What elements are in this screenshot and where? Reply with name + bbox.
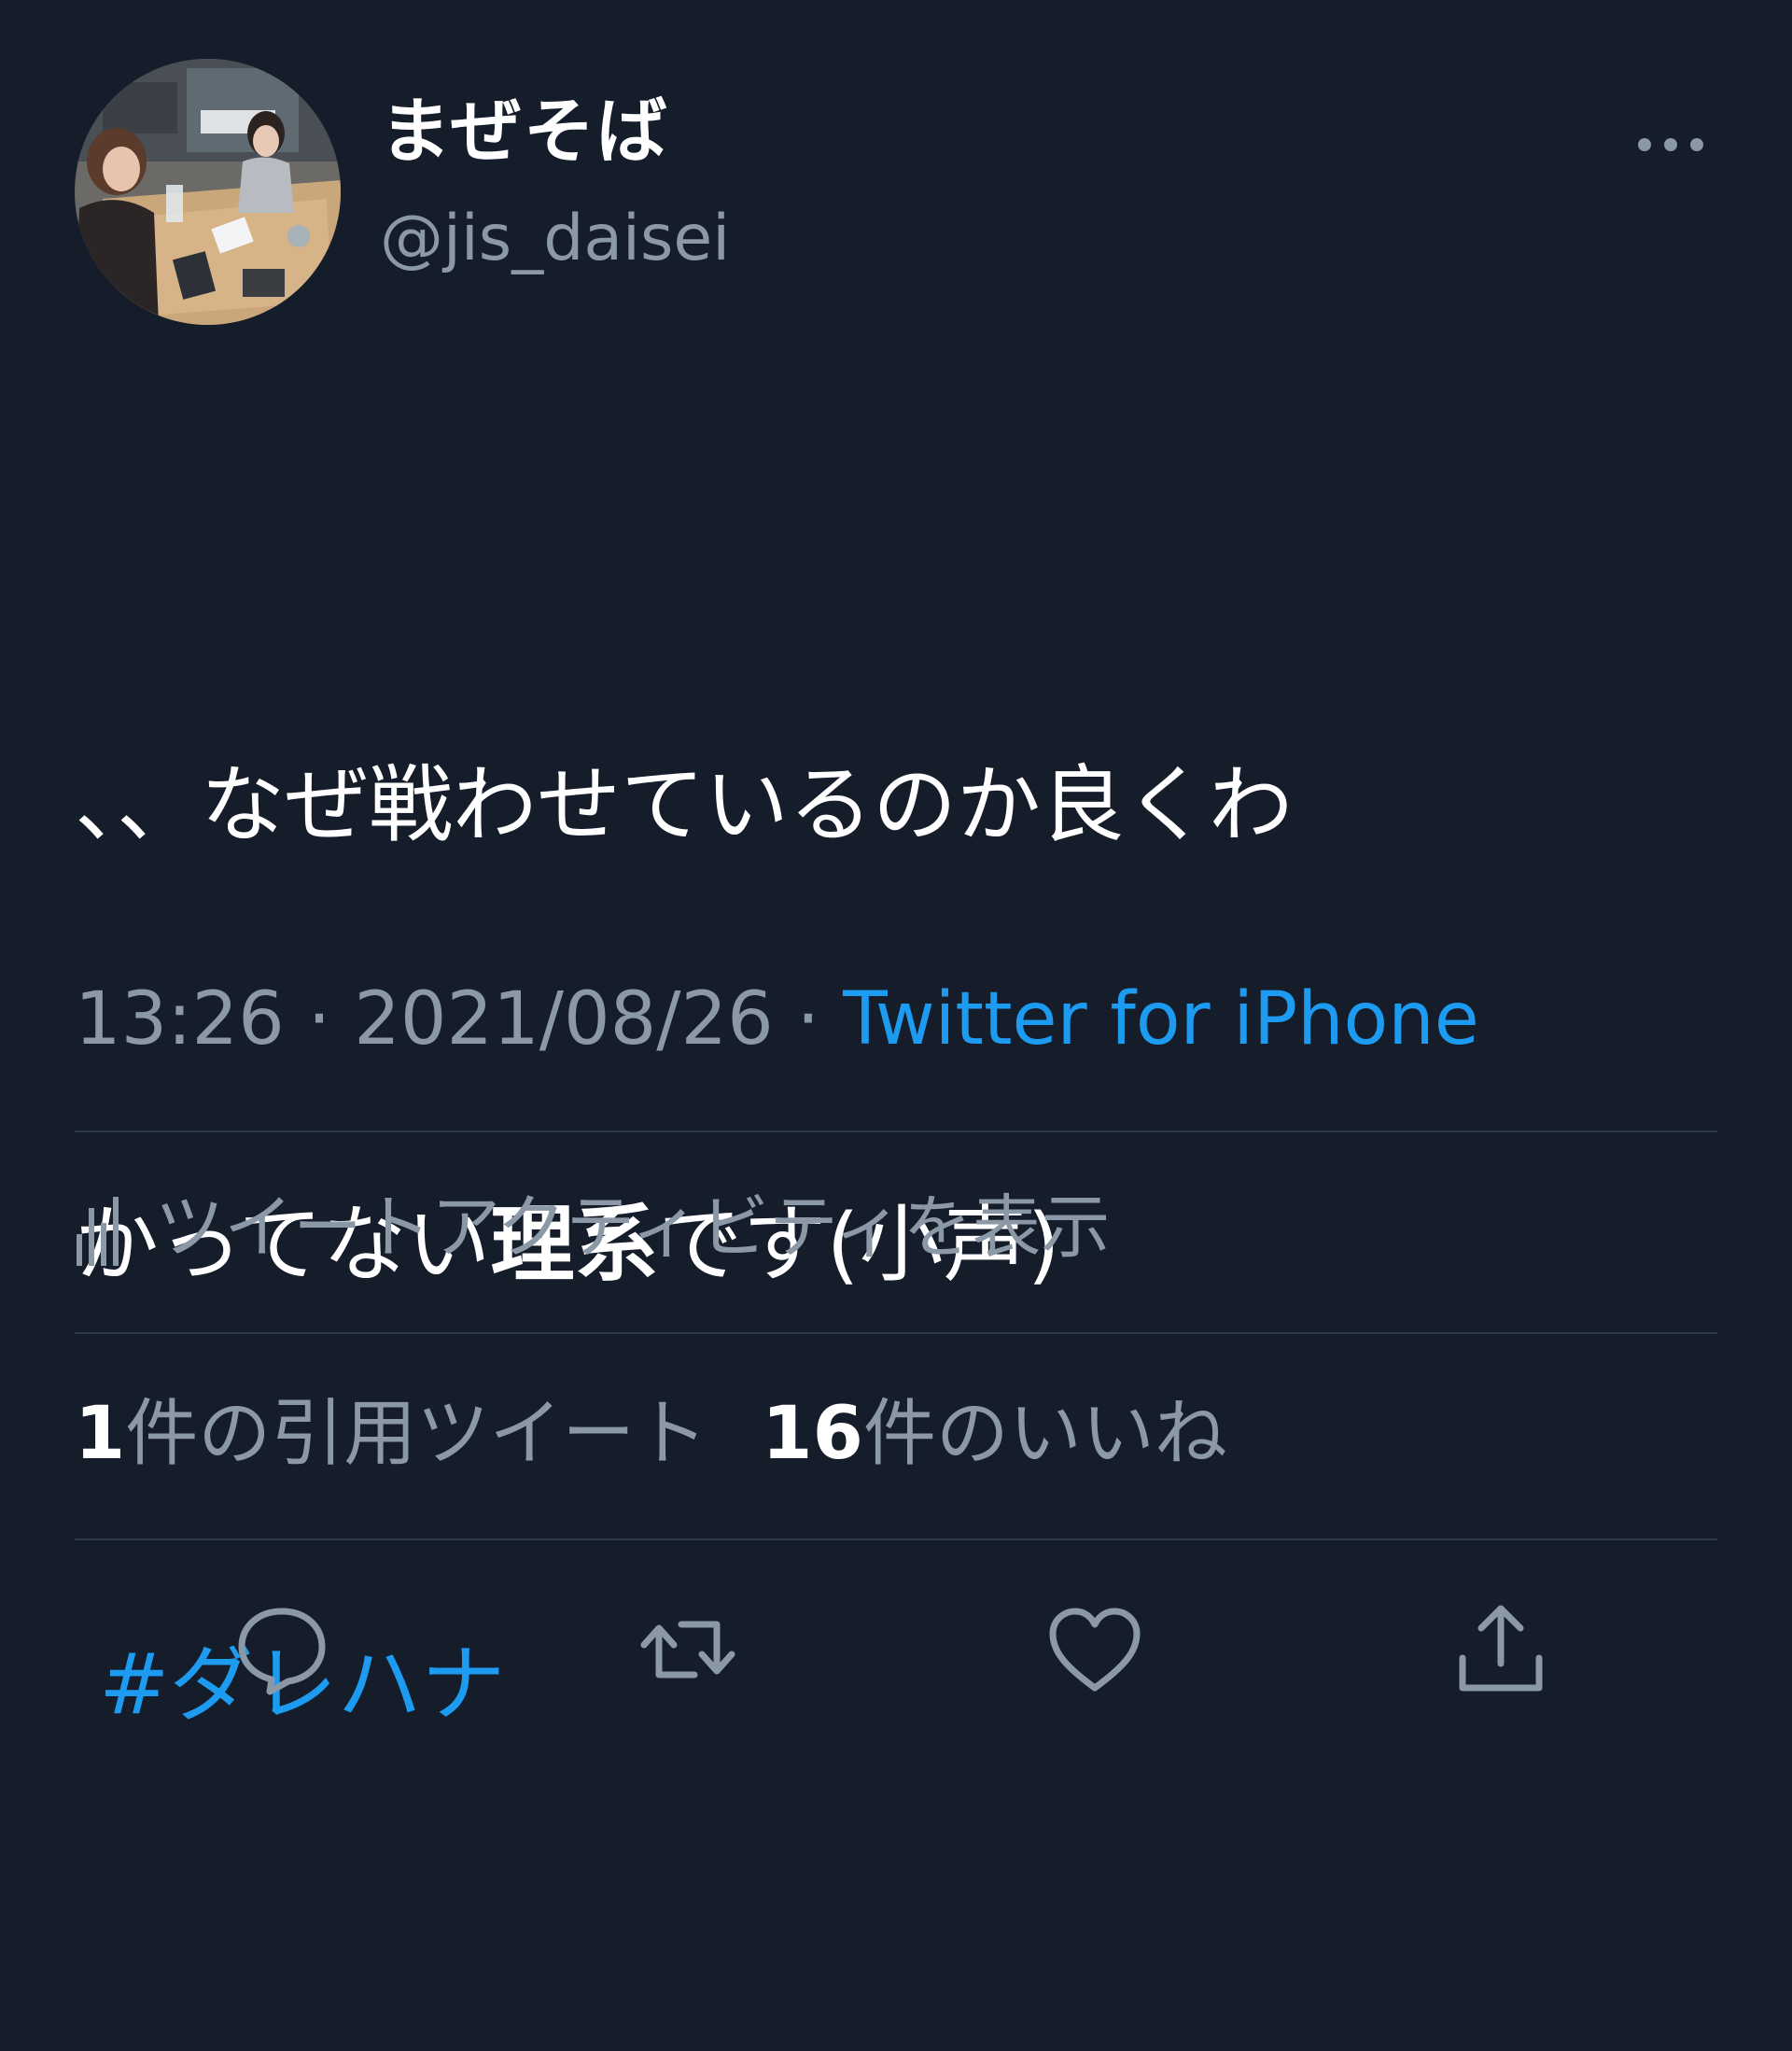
tweet-time[interactable]: 13:26 <box>75 977 285 1061</box>
share-button[interactable] <box>1449 1598 1552 1701</box>
bar-chart-icon <box>77 1197 119 1266</box>
quote-count: 1 <box>75 1392 126 1476</box>
tweet-stats: 1件の引用ツイート 16件のいいね <box>75 1398 1227 1470</box>
retweet-button[interactable] <box>637 1598 739 1701</box>
tweet-date[interactable]: 2021/08/26 <box>354 977 774 1061</box>
meta-separator: · <box>284 977 355 1061</box>
reply-button[interactable] <box>231 1598 333 1701</box>
retweet-icon <box>640 1621 735 1679</box>
avatar-photo <box>75 59 341 325</box>
like-count: 16 <box>762 1392 863 1476</box>
like-button[interactable] <box>1043 1598 1146 1701</box>
tweet-source-link[interactable]: Twitter for iPhone <box>843 977 1479 1061</box>
avatar[interactable] <box>75 59 341 325</box>
divider <box>75 1538 1717 1540</box>
more-button[interactable] <box>1624 121 1717 168</box>
tweet-meta: 13:26 · 2021/08/26 · Twitter for iPhone <box>75 983 1479 1056</box>
divider <box>75 1332 1717 1334</box>
display-name[interactable]: まぜそば <box>380 96 669 167</box>
tweet-activity-button[interactable]: ツイートアクティビティを表示 <box>75 1186 1110 1270</box>
more-horizontal-icon <box>1638 138 1703 151</box>
quote-tweets-stat[interactable]: 1件の引用ツイート <box>75 1392 707 1476</box>
user-handle[interactable]: @jis_daisei <box>380 207 730 271</box>
tweet-detail: まぜそば @jis_daisei 、、なぜ戦わせているのか良くわ かってない理系… <box>0 0 1792 1734</box>
share-icon <box>1459 1605 1543 1692</box>
divider <box>75 1131 1717 1132</box>
meta-separator: · <box>773 977 844 1061</box>
like-label: 件のいいね <box>862 1392 1227 1476</box>
quote-label: 件の引用ツイート <box>125 1392 708 1476</box>
heart-icon <box>1049 1608 1141 1692</box>
tweet-activity-label: ツイートアクティビティを表示 <box>155 1187 1111 1268</box>
likes-stat[interactable]: 16件のいいね <box>762 1392 1227 1476</box>
tweet-text-line-1: 、、なぜ戦わせているのか良くわ <box>75 756 1293 854</box>
reply-icon <box>238 1608 326 1695</box>
